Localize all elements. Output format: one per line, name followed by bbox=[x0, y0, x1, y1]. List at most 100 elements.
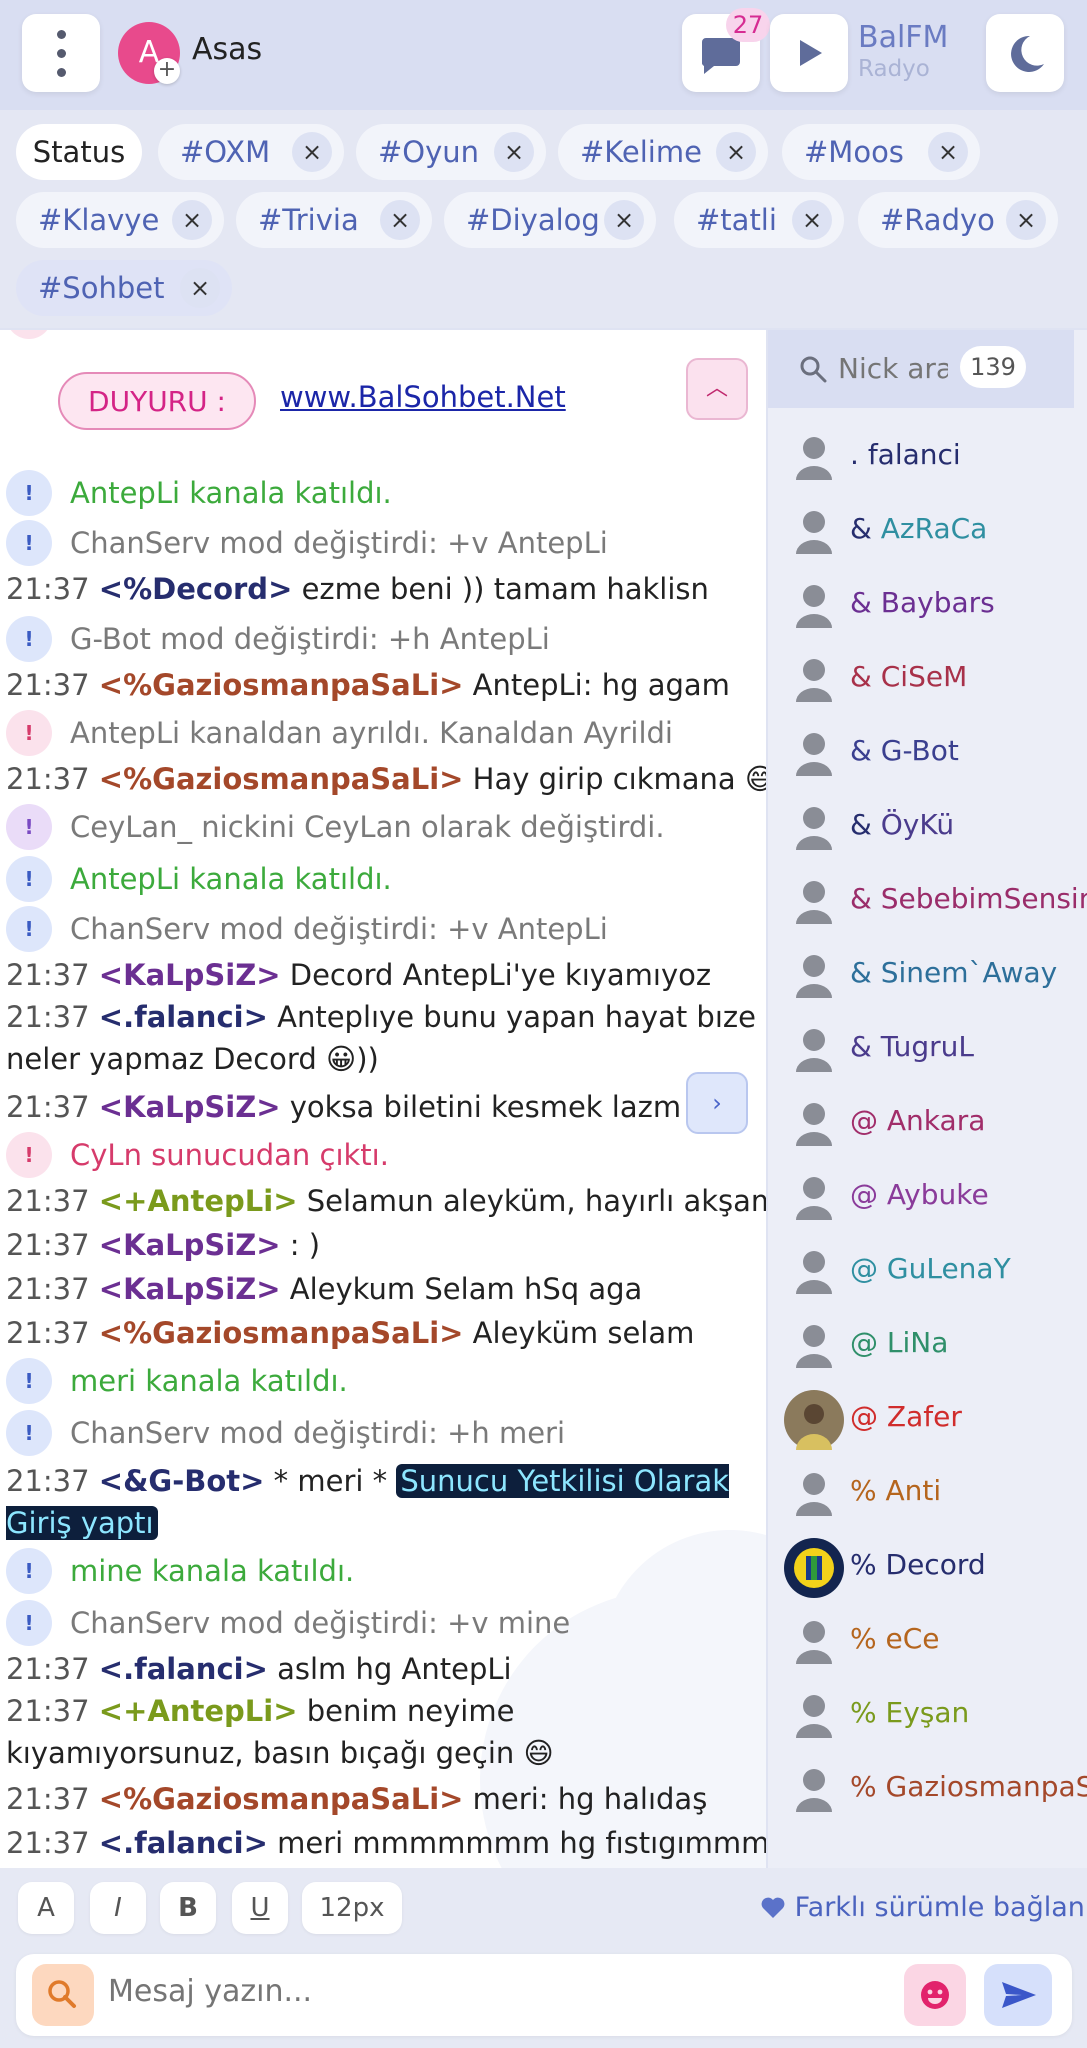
add-icon[interactable]: + bbox=[154, 58, 180, 84]
tab-radyo[interactable]: #Radyo × bbox=[858, 192, 1058, 248]
chat-message: 21:37 <KaLpSiZ> yoksa biletini kesmek la… bbox=[6, 1090, 682, 1124]
user-item[interactable]: & G-Bot bbox=[768, 716, 1087, 790]
avatar bbox=[784, 1390, 844, 1450]
top-bar: A + Asas 27 BalFM Radyo bbox=[0, 0, 1087, 110]
user-item[interactable]: @ Ankara bbox=[768, 1086, 1087, 1160]
font-color-button[interactable]: A bbox=[18, 1882, 74, 1934]
user-icon bbox=[796, 1325, 832, 1368]
message-composer bbox=[16, 1954, 1072, 2036]
user-item[interactable]: & ÖyKü bbox=[768, 790, 1087, 864]
tab-trivia[interactable]: #Trivia × bbox=[236, 192, 432, 248]
info-icon: ! bbox=[6, 1410, 52, 1456]
heart-icon bbox=[761, 1897, 785, 1918]
tab-status[interactable]: Status bbox=[16, 124, 142, 180]
tab-moos[interactable]: #Moos × bbox=[782, 124, 980, 180]
italic-button[interactable]: I bbox=[90, 1882, 146, 1934]
info-icon: ! bbox=[6, 616, 52, 662]
info-icon: ! bbox=[6, 906, 52, 952]
close-icon[interactable]: × bbox=[604, 200, 644, 240]
close-icon[interactable]: × bbox=[928, 132, 968, 172]
info-icon: ! bbox=[6, 470, 52, 516]
tab-oyun[interactable]: #Oyun × bbox=[356, 124, 546, 180]
tab-tatli[interactable]: #tatli × bbox=[674, 192, 844, 248]
menu-button[interactable] bbox=[22, 14, 100, 92]
play-button[interactable] bbox=[770, 14, 848, 92]
info-icon: ! bbox=[6, 1548, 52, 1594]
close-icon[interactable]: × bbox=[380, 200, 420, 240]
user-icon bbox=[796, 659, 832, 702]
radio-name: BalFM bbox=[858, 20, 949, 55]
user-item[interactable]: % eCe bbox=[768, 1604, 1087, 1678]
chat-message: 21:37 <+AntepLi> benim neyime kıyamıyors… bbox=[6, 1694, 554, 1770]
user-icon bbox=[796, 881, 832, 924]
close-icon[interactable]: × bbox=[292, 132, 332, 172]
tab-oxm[interactable]: #OXM × bbox=[158, 124, 344, 180]
user-icon bbox=[796, 1251, 832, 1294]
collapse-announcement-button[interactable]: ︿ bbox=[686, 358, 748, 420]
chat-message: 21:37 <KaLpSiZ> Decord AntepLi'ye kıyamı… bbox=[6, 958, 712, 992]
search-button[interactable] bbox=[32, 1964, 94, 2026]
user-icon bbox=[796, 1695, 832, 1738]
scroll-right-button[interactable]: › bbox=[686, 1072, 748, 1134]
chat-message: 21:37 <%GaziosmanpaSaLi> meri: hg halıda… bbox=[6, 1782, 708, 1816]
emoji-button[interactable] bbox=[904, 1964, 966, 2026]
user-icon bbox=[796, 1473, 832, 1516]
user-list[interactable]: 139 . falanci & AzRaCa & Baybars & CiSeM… bbox=[768, 330, 1087, 1868]
chat-message: 21:37 <+AntepLi> Selamun aleyküm, hayırl… bbox=[6, 1184, 766, 1218]
tab-sohbet[interactable]: #Sohbet × bbox=[16, 260, 232, 316]
moon-icon bbox=[1011, 35, 1044, 72]
close-icon[interactable]: × bbox=[1006, 200, 1046, 240]
close-icon[interactable]: × bbox=[792, 200, 832, 240]
channel-tabs: Status #OXM × #Oyun × #Kelime × #Moos × #Kla… bbox=[0, 110, 1087, 328]
chevron-right-icon: › bbox=[712, 1089, 722, 1117]
tab-klavye[interactable]: #Klavye × bbox=[16, 192, 224, 248]
user-item[interactable]: @ Zafer bbox=[768, 1382, 1087, 1456]
info-icon: ! bbox=[6, 804, 52, 850]
username: Asas bbox=[192, 32, 263, 67]
user-item[interactable]: & TugruL bbox=[768, 1012, 1087, 1086]
user-item[interactable]: & CiSeM bbox=[768, 642, 1087, 716]
alert-icon: ! bbox=[6, 710, 52, 756]
user-item[interactable]: @ LiNa bbox=[768, 1308, 1087, 1382]
tab-diyalog[interactable]: #Diyalog × bbox=[444, 192, 656, 248]
chat-message: 21:37 <&G-Bot> * meri * Sunucu Yetkilisi… bbox=[6, 1464, 730, 1540]
dark-mode-button[interactable] bbox=[986, 14, 1064, 92]
user-item[interactable]: @ GuLenaY bbox=[768, 1234, 1087, 1308]
underline-button[interactable]: U bbox=[232, 1882, 288, 1934]
unread-badge: 27 bbox=[726, 8, 770, 42]
close-icon[interactable]: × bbox=[180, 268, 220, 308]
announcement-label: DUYURU : bbox=[58, 372, 256, 430]
bold-button[interactable]: B bbox=[160, 1882, 216, 1934]
user-item[interactable]: & SebebimSensin bbox=[768, 864, 1087, 938]
user-item[interactable]: @ Aybuke bbox=[768, 1160, 1087, 1234]
send-button[interactable] bbox=[984, 1964, 1052, 2026]
user-item[interactable]: % Anti bbox=[768, 1456, 1087, 1530]
info-icon: ! bbox=[6, 1358, 52, 1404]
font-size-button[interactable]: 12px bbox=[302, 1882, 402, 1934]
user-item[interactable]: % Decord bbox=[768, 1530, 1087, 1604]
user-item[interactable]: & Baybars bbox=[768, 568, 1087, 642]
composer-area: A I B U 12px Farklı sürümle bağlan bbox=[0, 1868, 1087, 2048]
close-icon[interactable]: × bbox=[494, 132, 534, 172]
nick-search-input[interactable] bbox=[838, 352, 948, 385]
user-item[interactable]: & Sinem`Away bbox=[768, 938, 1087, 1012]
user-item[interactable]: & AzRaCa bbox=[768, 494, 1087, 568]
chat-message: 21:37 <KaLpSiZ> : ) bbox=[6, 1228, 321, 1262]
user-icon bbox=[796, 585, 832, 628]
user-icon bbox=[796, 955, 832, 998]
close-icon[interactable]: × bbox=[172, 200, 212, 240]
user-icon bbox=[796, 511, 832, 554]
chat-message: 21:37 <%Decord> ezme beni )) tamam hakli… bbox=[6, 572, 709, 606]
announcement-link[interactable]: www.BalSohbet.Net bbox=[280, 380, 566, 414]
message-input[interactable] bbox=[108, 1974, 668, 2009]
chat-area[interactable]: DUYURU : www.BalSohbet.Net ︿ ! AntepLi ka… bbox=[0, 330, 766, 1868]
alt-version-link[interactable]: Farklı sürümle bağlan bbox=[760, 1892, 1085, 1923]
tab-kelime[interactable]: #Kelime × bbox=[558, 124, 768, 180]
close-icon[interactable]: × bbox=[716, 132, 756, 172]
user-item[interactable]: % Eyşan bbox=[768, 1678, 1087, 1752]
user-item[interactable]: . falanci bbox=[768, 420, 1087, 494]
emoji-icon bbox=[921, 1981, 949, 2009]
alert-icon: ! bbox=[6, 1132, 52, 1178]
user-item[interactable]: % GaziosmanpaS bbox=[768, 1752, 1087, 1826]
nick-search: 139 bbox=[768, 330, 1074, 408]
